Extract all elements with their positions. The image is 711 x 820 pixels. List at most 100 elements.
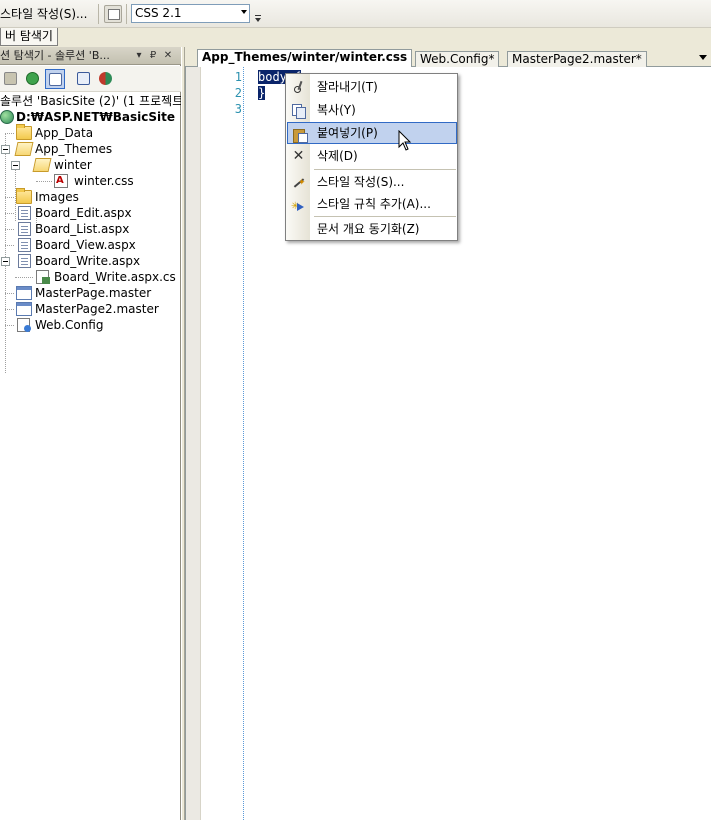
tree-item[interactable]: Board_Write.aspx xyxy=(0,253,181,269)
collapse-toggle-icon[interactable] xyxy=(11,161,20,170)
close-icon[interactable]: ✕ xyxy=(163,50,173,62)
style-toolbar: 스타일 작성(S)... CSS 2.1 xyxy=(0,0,711,28)
menu-item-label: 복사(Y) xyxy=(317,103,356,117)
css-version-select[interactable]: CSS 2.1 xyxy=(131,4,250,23)
code-line[interactable]: } xyxy=(258,85,266,101)
tree-item[interactable]: winter.css xyxy=(0,173,181,189)
menu-item-add-style-rule[interactable]: 스타일 규칙 추가(A)... xyxy=(287,193,457,218)
auto-hide-pin-icon[interactable]: ₽ xyxy=(148,50,158,62)
folder-open-icon xyxy=(14,142,34,156)
tree-item[interactable]: MasterPage2.master xyxy=(0,301,181,317)
web-project-icon xyxy=(0,110,14,124)
menu-item-cut[interactable]: 잘라내기(T) xyxy=(287,76,457,98)
toolbar-separator xyxy=(126,4,127,24)
tree-item-label: App_Themes xyxy=(35,142,113,156)
tree-item-label: Board_Write.aspx.cs xyxy=(54,270,176,284)
tree-item-project[interactable]: D:₩ASP.NET₩BasicSite xyxy=(0,109,181,125)
tab-web-config[interactable]: Web.Config* xyxy=(415,51,500,67)
tree-item[interactable]: App_Themes xyxy=(0,141,181,157)
tree-item[interactable]: Board_View.aspx xyxy=(0,237,181,253)
chevron-down-icon[interactable] xyxy=(699,55,707,60)
tree-item-label: Board_Edit.aspx xyxy=(35,206,132,220)
menu-item-build-style[interactable]: 스타일 작성(S)... xyxy=(287,171,457,194)
collapse-toggle-icon[interactable] xyxy=(1,257,10,266)
master-file-icon xyxy=(16,286,32,300)
tree-item-solution[interactable]: 솔루션 'BasicSite (2)' (1 프로젝트) xyxy=(0,93,188,109)
menu-item-paste[interactable]: 붙여넣기(P) xyxy=(287,122,457,144)
tree-item[interactable]: Images xyxy=(0,188,181,205)
menu-item-copy[interactable]: 복사(Y) xyxy=(287,99,457,121)
css-version-value: CSS 2.1 xyxy=(135,6,182,20)
nest-related-files-icon[interactable] xyxy=(96,69,116,89)
tree-item-label: MasterPage2.master xyxy=(35,302,159,316)
gutter-divider xyxy=(243,67,244,820)
properties-icon[interactable] xyxy=(1,69,21,89)
document-tabs: App_Themes/winter/winter.css Web.Config*… xyxy=(185,47,711,68)
tree-item[interactable]: App_Data xyxy=(0,124,181,141)
folder-icon xyxy=(16,188,32,204)
window-position-icon[interactable]: ▾ xyxy=(134,50,144,62)
tree-item-label: Images xyxy=(35,190,79,204)
menu-item-synchronize-outline[interactable]: 문서 개요 동기화(Z) xyxy=(287,218,457,240)
solution-explorer-title: 션 탐색기 - 솔루션 'B... xyxy=(0,49,110,62)
tree-item[interactable]: Web.Config xyxy=(0,317,181,333)
solution-explorer-panel: 션 탐색기 - 솔루션 'B... ▾ ₽ ✕ 솔루션 'BasicSite (… xyxy=(0,47,188,820)
tab-solution-explorer[interactable]: 버 탐색기 xyxy=(0,28,58,46)
show-all-files-icon[interactable] xyxy=(45,69,65,89)
selected-text: } xyxy=(258,86,266,100)
folder-open-icon xyxy=(32,158,52,172)
menu-item-label: 붙여넣기(P) xyxy=(317,126,378,140)
tree-item-label: Board_List.aspx xyxy=(35,222,130,236)
refresh-icon[interactable] xyxy=(23,69,43,89)
menu-item-label: 잘라내기(T) xyxy=(317,80,378,94)
menu-item-label: 스타일 작성(S)... xyxy=(317,175,405,189)
tree-connector xyxy=(5,229,14,230)
tab-masterpage2-master[interactable]: MasterPage2.master* xyxy=(507,51,647,67)
tree-item-label: App_Data xyxy=(35,126,94,140)
mouse-pointer-icon xyxy=(398,130,412,151)
master-file-icon xyxy=(16,302,32,316)
tree-item[interactable]: winter xyxy=(0,157,181,173)
aspx-file-icon xyxy=(18,206,31,220)
css-file-icon xyxy=(54,173,68,189)
build-style-button[interactable]: 스타일 작성(S)... xyxy=(0,4,93,24)
menu-item-delete[interactable]: ✕ 삭제(D) xyxy=(287,145,457,167)
apply-style-icon[interactable] xyxy=(104,5,122,23)
tab-winter-css[interactable]: App_Themes/winter/winter.css xyxy=(197,49,413,68)
tree-item[interactable]: Board_Write.aspx.cs xyxy=(0,269,181,285)
tree-item-label: winter xyxy=(54,158,92,172)
tree-item[interactable]: MasterPage.master xyxy=(0,285,181,301)
indicator-margin xyxy=(186,67,201,820)
menu-item-label: 삭제(D) xyxy=(317,149,358,163)
tree-item-label: winter.css xyxy=(74,174,134,188)
chevron-down-icon xyxy=(241,10,247,14)
line-number: 3 xyxy=(234,102,242,116)
line-number: 2 xyxy=(234,86,242,100)
delete-icon: ✕ xyxy=(292,148,305,164)
tree-item[interactable]: Board_List.aspx xyxy=(0,221,181,237)
add-style-rule-icon xyxy=(291,196,306,218)
tree-connector xyxy=(5,133,14,134)
tree-item-label: D:₩ASP.NET₩BasicSite xyxy=(16,110,175,124)
tree-item-label: Web.Config xyxy=(35,318,104,332)
config-file-icon xyxy=(17,318,31,332)
menu-item-label: 스타일 규칙 추가(A)... xyxy=(317,197,431,211)
collapse-toggle-icon[interactable] xyxy=(1,145,10,154)
context-menu: 잘라내기(T) 복사(Y) 붙여넣기(P) ✕ 삭제(D) 스타일 작성(S).… xyxy=(285,73,458,241)
tree-connector xyxy=(5,245,14,246)
copy-icon xyxy=(291,103,306,119)
tree-connector xyxy=(15,277,33,278)
paste-icon xyxy=(292,127,308,143)
toolbar-overflow-icon[interactable] xyxy=(253,12,263,25)
folder-icon xyxy=(16,124,32,140)
build-style-icon xyxy=(291,172,306,194)
view-designer-icon[interactable] xyxy=(74,69,94,89)
menu-separator xyxy=(314,169,456,170)
tree-item[interactable]: Board_Edit.aspx xyxy=(0,205,181,221)
tree-item-label: 솔루션 'BasicSite (2)' (1 프로젝트) xyxy=(0,94,188,108)
line-number: 1 xyxy=(234,70,242,84)
tool-window-tabstrip: 버 탐색기 xyxy=(0,28,711,47)
menu-item-label: 문서 개요 동기화(Z) xyxy=(317,222,420,236)
tree-item-label: Board_Write.aspx xyxy=(35,254,141,268)
tree-connector xyxy=(36,181,52,182)
